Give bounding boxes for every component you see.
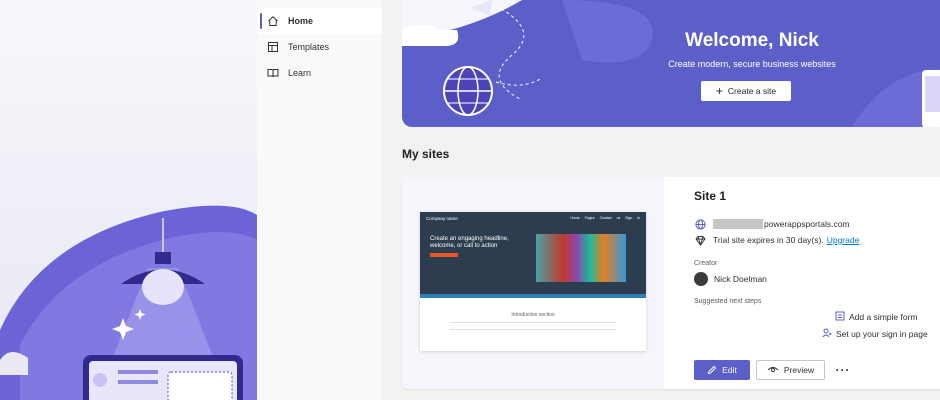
thumbnail-logo: Company name <box>426 216 458 221</box>
site-name: Site 1 <box>694 189 727 203</box>
create-site-label: Create a site <box>727 86 777 96</box>
welcome-title: Welcome, Nick <box>685 30 819 51</box>
thumbnail-image <box>536 234 626 282</box>
creator-name: Nick Doelman <box>714 274 767 284</box>
nav-item-label: Templates <box>288 42 330 52</box>
form-icon <box>835 311 845 323</box>
edit-button[interactable]: Edit <box>694 360 750 380</box>
site-card: Company name Home Pages Contact us Sign … <box>402 177 940 389</box>
trial-text: Trial site expires in 30 day(s). <box>713 235 824 245</box>
diamond-icon <box>694 234 706 246</box>
create-site-button[interactable]: + Create a site <box>701 81 791 101</box>
next-steps-label: Suggested next steps <box>694 298 762 305</box>
welcome-banner: Welcome, Nick Create modern, secure busi… <box>402 0 940 127</box>
left-nav: Home Templates Learn <box>257 0 383 400</box>
illustration-panel <box>0 0 257 400</box>
site-thumbnail-area[interactable]: Company name Home Pages Contact us Sign … <box>402 177 664 389</box>
site-thumbnail[interactable]: Company name Home Pages Contact us Sign … <box>420 212 646 351</box>
plus-icon: + <box>715 84 723 98</box>
person-icon <box>822 328 832 340</box>
thumbnail-nav: Home Pages Contact us Sign in <box>570 216 640 220</box>
avatar <box>694 272 708 286</box>
home-icon <box>266 14 280 28</box>
add-simple-form-step[interactable]: Add a simple form <box>835 311 918 323</box>
book-icon <box>266 66 280 80</box>
edit-label: Edit <box>722 365 737 375</box>
eye-icon <box>767 365 779 375</box>
thumbnail-intro: Introduction section <box>511 312 555 318</box>
welcome-subtitle: Create modern, secure business websites <box>668 59 836 69</box>
creator-label: Creator <box>694 260 718 267</box>
trial-row: Trial site expires in 30 day(s). Upgrade <box>694 234 859 246</box>
my-sites-heading: My sites <box>402 147 450 161</box>
site-url[interactable]: powerappsportals.com <box>764 219 850 229</box>
nav-item-home[interactable]: Home <box>257 8 382 34</box>
more-options-button[interactable]: ··· <box>834 362 852 378</box>
upgrade-link[interactable]: Upgrade <box>827 235 860 245</box>
site-info: Site 1 powerappsportals.com Trial site e… <box>684 177 940 389</box>
nav-item-label: Learn <box>288 68 312 78</box>
preview-button[interactable]: Preview <box>756 360 825 380</box>
thumbnail-band <box>420 294 646 298</box>
lamp-illustration <box>0 205 257 400</box>
nav-item-templates[interactable]: Templates <box>257 34 382 60</box>
step-label: Add a simple form <box>849 312 918 322</box>
nav-item-label: Home <box>288 16 314 26</box>
thumbnail-headline: Create an engaging headline, welcome, or… <box>430 236 509 249</box>
templates-icon <box>266 40 280 54</box>
sign-in-page-step[interactable]: Set up your sign in page <box>822 328 928 340</box>
preview-label: Preview <box>783 365 815 375</box>
pencil-icon <box>707 365 717 375</box>
globe-icon <box>694 218 706 230</box>
thumbnail-text-lines <box>450 322 616 330</box>
creator-row: Nick Doelman <box>694 272 767 286</box>
redacted-subdomain <box>713 219 763 229</box>
nav-item-learn[interactable]: Learn <box>257 60 382 86</box>
main-content: Welcome, Nick Create modern, secure busi… <box>382 0 940 400</box>
step-label: Set up your sign in page <box>836 329 928 339</box>
site-url-row: powerappsportals.com <box>694 218 850 230</box>
thumbnail-cta <box>430 253 458 257</box>
